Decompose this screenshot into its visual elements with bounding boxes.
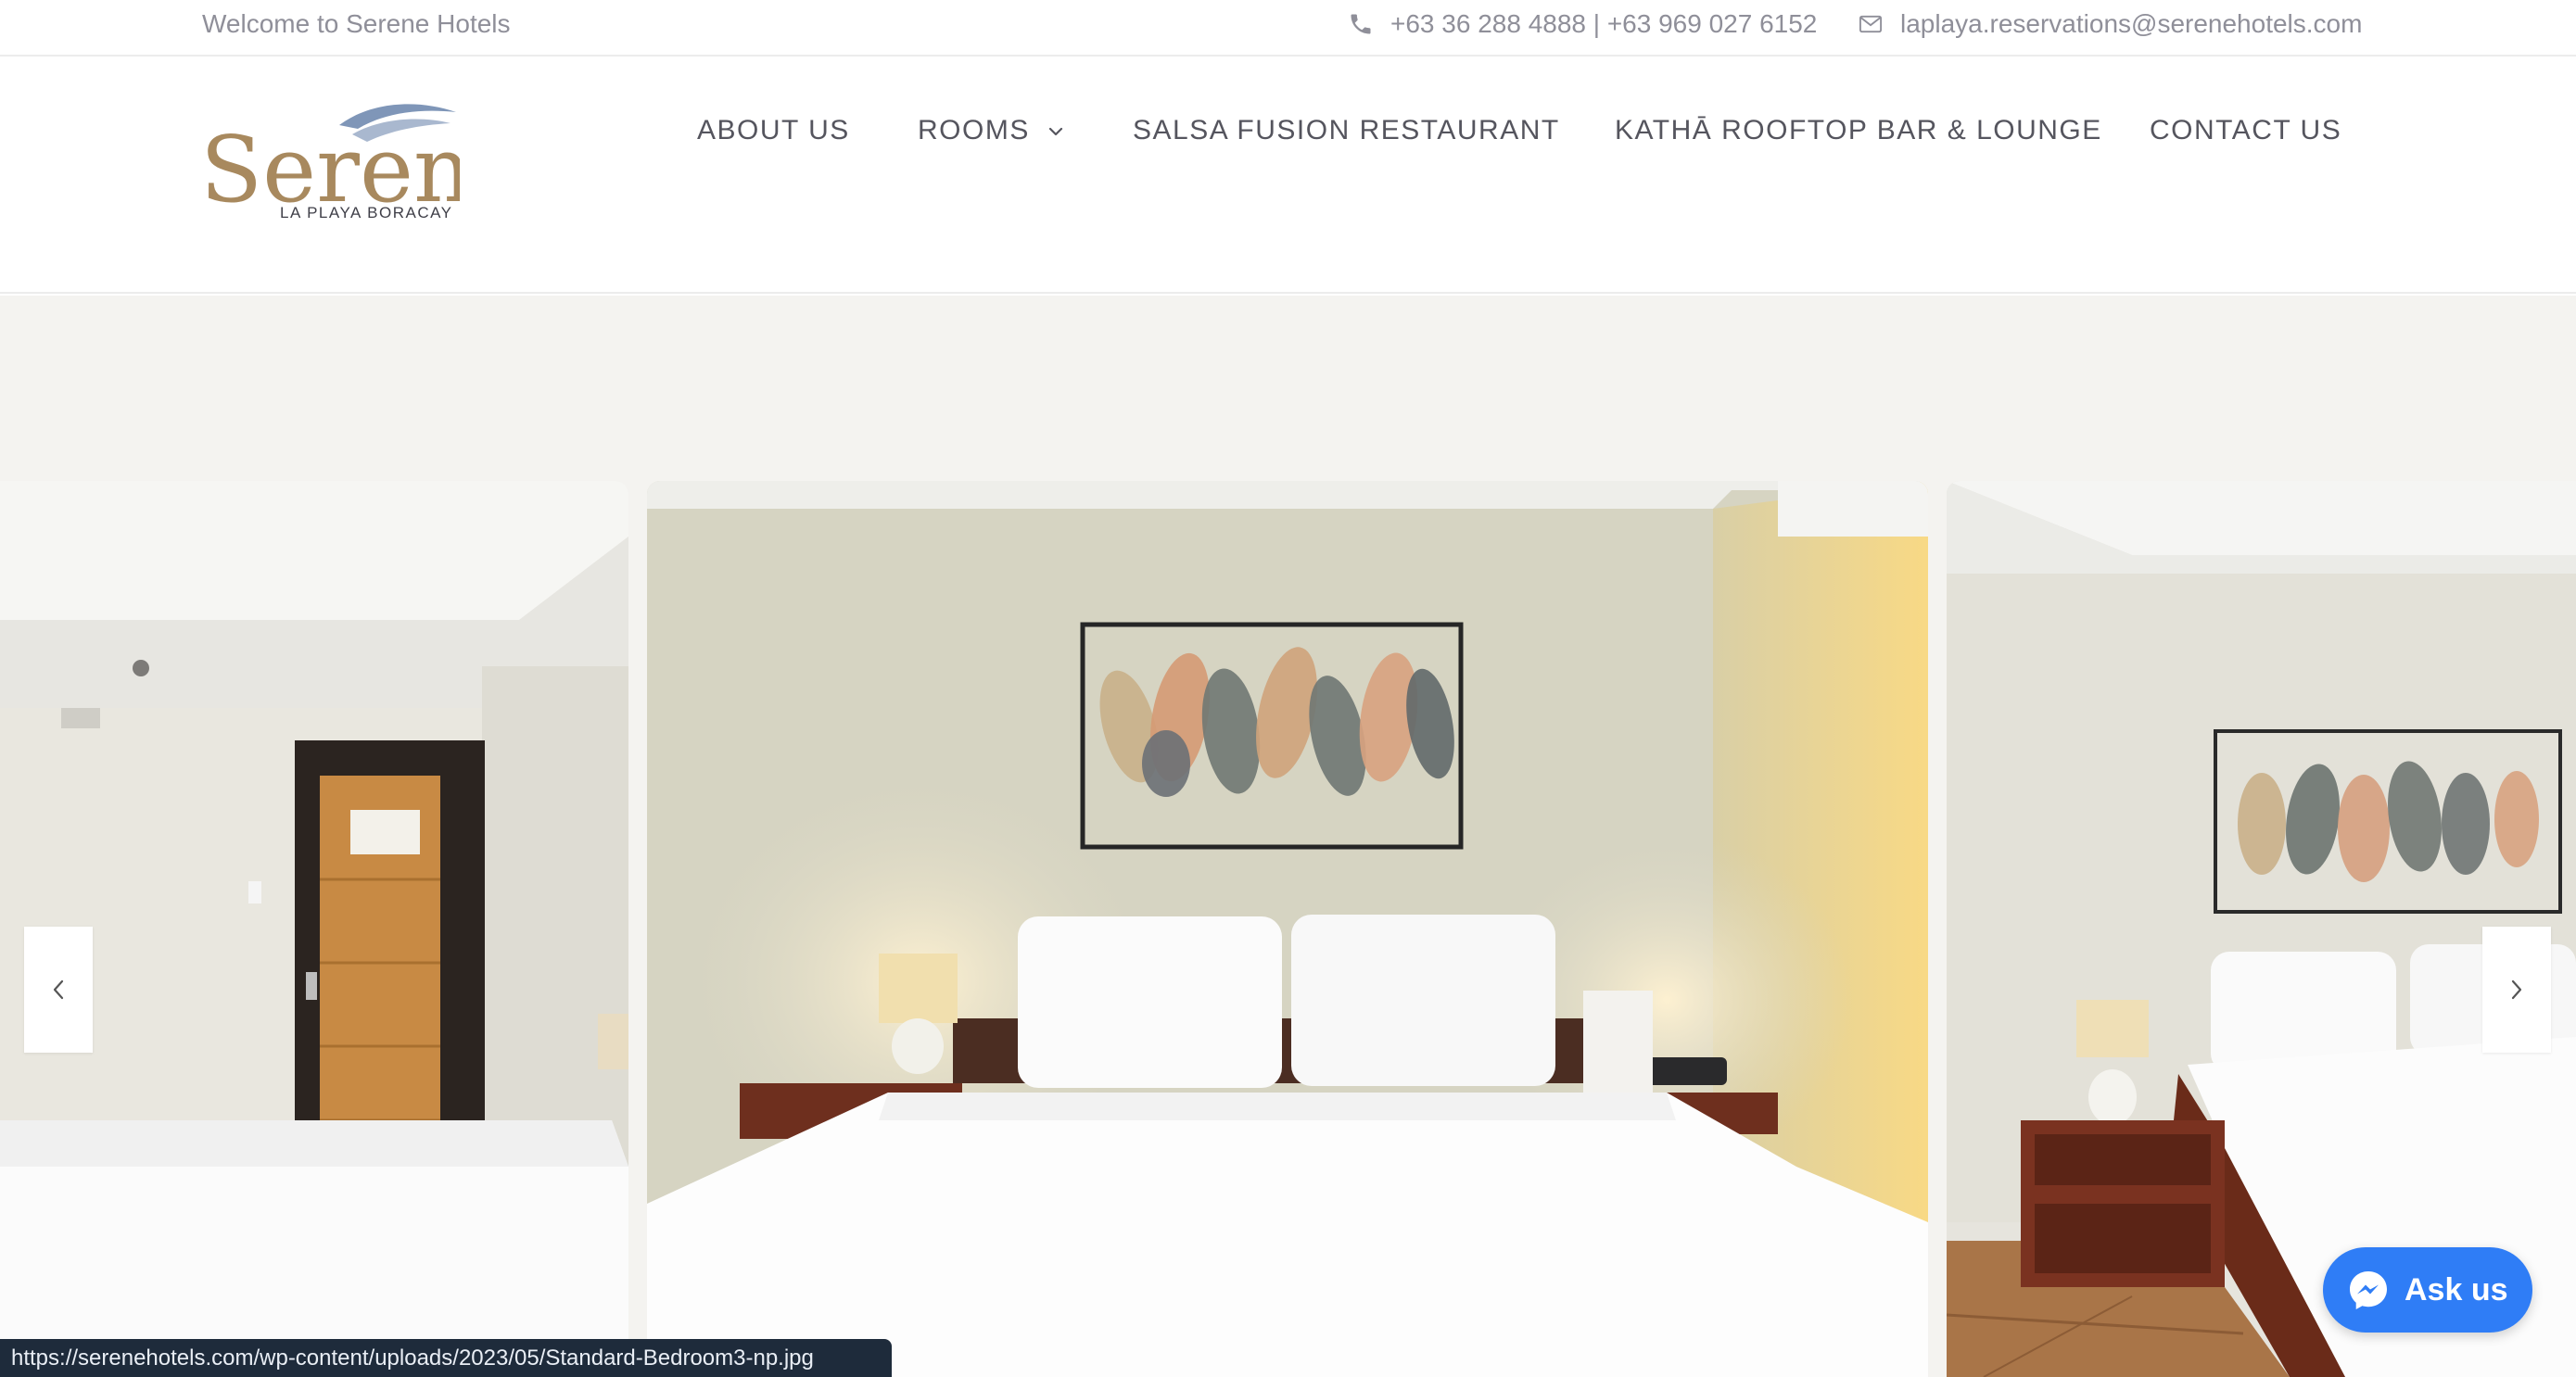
ask-us-chat-button[interactable]: Ask us xyxy=(2323,1247,2532,1333)
site-header: Serene LA PLAYA BORACAY ABOUT US ROOMS S… xyxy=(0,57,2576,294)
gallery-slide-current[interactable] xyxy=(647,481,1928,1377)
nav-salsa-fusion-restaurant[interactable]: SALSA FUSION RESTAURANT xyxy=(1133,110,1560,151)
gallery-next-button[interactable] xyxy=(2482,927,2551,1053)
room-photo-door xyxy=(0,481,628,1377)
room-photo-bed xyxy=(647,481,1928,1377)
top-info-bar: Welcome to Serene Hotels +63 36 288 4888… xyxy=(0,0,2576,57)
ask-us-label[interactable]: Ask us xyxy=(2405,1272,2508,1308)
email-address[interactable]: laplaya.reservations@serenehotels.com xyxy=(1900,7,2362,41)
nav-about-us[interactable]: ABOUT US xyxy=(697,110,850,151)
chevron-right-icon xyxy=(2506,976,2527,1004)
nav-katha-rooftop-bar[interactable]: KATHĀ ROOFTOP BAR & LOUNGE xyxy=(1615,110,2102,151)
gallery-prev-button[interactable] xyxy=(24,927,93,1053)
serene-logo[interactable]: Serene LA PLAYA BORACAY xyxy=(200,97,460,220)
status-bar-url: https://serenehotels.com/wp-content/uplo… xyxy=(0,1339,892,1377)
email-contact[interactable]: laplaya.reservations@serenehotels.com xyxy=(1858,7,2362,41)
nav-contact-us[interactable]: CONTACT US xyxy=(2150,110,2341,151)
envelope-icon xyxy=(1858,11,1884,37)
phone-numbers[interactable]: +63 36 288 4888 | +63 969 027 6152 xyxy=(1390,7,1817,41)
logo-tagline: LA PLAYA BORACAY xyxy=(280,204,453,220)
phone-contact[interactable]: +63 36 288 4888 | +63 969 027 6152 xyxy=(1348,7,1817,41)
nav-rooms-label[interactable]: ROOMS xyxy=(918,115,1030,145)
chevron-left-icon xyxy=(48,976,69,1004)
nav-rooms[interactable]: ROOMS xyxy=(918,110,1065,151)
messenger-icon xyxy=(2347,1269,2390,1311)
phone-icon xyxy=(1348,11,1374,37)
gallery-slide-previous[interactable] xyxy=(0,481,628,1377)
welcome-text: Welcome to Serene Hotels xyxy=(202,9,511,38)
chevron-down-icon xyxy=(1047,122,1065,141)
